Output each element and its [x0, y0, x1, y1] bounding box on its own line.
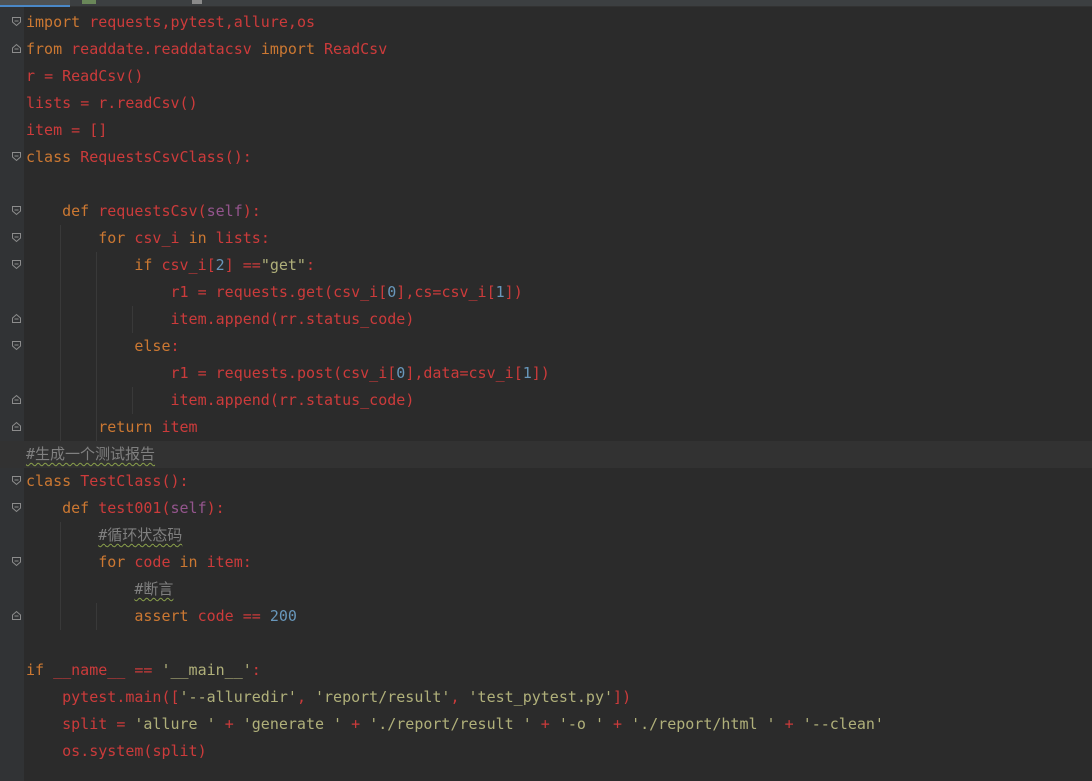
code-line[interactable]: [0, 630, 1092, 657]
code-line[interactable]: if csv_i[2] =="get":: [0, 252, 1092, 279]
code-text: #生成一个测试报告: [26, 445, 156, 463]
indent-guide: [96, 252, 97, 441]
code-line[interactable]: item = []: [0, 117, 1092, 144]
code-line[interactable]: if __name__ == '__main__':: [0, 657, 1092, 684]
code-text: r = ReadCsv(): [26, 67, 144, 85]
code-text: os.system(split): [62, 742, 207, 760]
code-text: from readdate.readdatacsv import ReadCsv: [26, 40, 388, 58]
fold-expand-icon[interactable]: [11, 475, 22, 486]
editor-tab-file[interactable]: [192, 0, 202, 4]
fold-collapse-icon[interactable]: [11, 394, 22, 405]
code-text: #断言: [134, 580, 174, 598]
code-line[interactable]: return item: [0, 414, 1092, 441]
code-text: if csv_i[2] =="get":: [134, 256, 315, 274]
editor-tab-active[interactable]: [0, 0, 70, 7]
code-line[interactable]: class RequestsCsvClass():: [0, 144, 1092, 171]
editor-tab-csv[interactable]: [82, 0, 96, 4]
code-text: item = []: [26, 121, 108, 139]
code-text: pytest.main(['--alluredir', 'report/resu…: [62, 688, 632, 706]
code-line[interactable]: item.append(rr.status_code): [0, 306, 1092, 333]
code-line[interactable]: def requestsCsv(self):: [0, 198, 1092, 225]
code-text: r1 = requests.get(csv_i[0],cs=csv_i[1]): [170, 283, 523, 301]
code-text: for csv_i in lists:: [98, 229, 270, 247]
code-line[interactable]: #循环状态码: [0, 522, 1092, 549]
indent-guide: [96, 603, 97, 630]
code-line[interactable]: for csv_i in lists:: [0, 225, 1092, 252]
code-text: import requests,pytest,allure,os: [26, 13, 315, 31]
fold-expand-icon[interactable]: [11, 340, 22, 351]
code-text: else:: [134, 337, 180, 355]
code-line[interactable]: item.append(rr.status_code): [0, 387, 1092, 414]
fold-expand-icon[interactable]: [11, 151, 22, 162]
fold-expand-icon[interactable]: [11, 16, 22, 27]
fold-collapse-icon[interactable]: [11, 313, 22, 324]
code-text: return item: [98, 418, 198, 436]
code-line[interactable]: assert code == 200: [0, 603, 1092, 630]
editor-tab-bar: [0, 0, 1092, 7]
code-text: if __name__ == '__main__':: [26, 661, 261, 679]
code-text: assert code == 200: [134, 607, 297, 625]
code-text: #循环状态码: [98, 526, 183, 544]
code-text: def test001(self):: [62, 499, 225, 517]
indent-guide: [60, 522, 61, 630]
code-text: class RequestsCsvClass():: [26, 148, 252, 166]
code-line[interactable]: [0, 171, 1092, 198]
fold-expand-icon[interactable]: [11, 205, 22, 216]
fold-collapse-icon[interactable]: [11, 43, 22, 54]
code-line[interactable]: pytest.main(['--alluredir', 'report/resu…: [0, 684, 1092, 711]
fold-collapse-icon[interactable]: [11, 421, 22, 432]
code-text: split = 'allure ' + 'generate ' + './rep…: [62, 715, 884, 733]
fold-expand-icon[interactable]: [11, 556, 22, 567]
code-text: lists = r.readCsv(): [26, 94, 198, 112]
indent-guide: [132, 387, 133, 414]
fold-expand-icon[interactable]: [11, 232, 22, 243]
code-line[interactable]: os.system(split): [0, 738, 1092, 765]
code-line[interactable]: #断言: [0, 576, 1092, 603]
code-line[interactable]: def test001(self):: [0, 495, 1092, 522]
code-text: item.append(rr.status_code): [170, 391, 415, 409]
code-line[interactable]: import requests,pytest,allure,os: [0, 9, 1092, 36]
code-line[interactable]: r1 = requests.get(csv_i[0],cs=csv_i[1]): [0, 279, 1092, 306]
fold-expand-icon[interactable]: [11, 502, 22, 513]
code-line[interactable]: #生成一个测试报告: [0, 441, 1092, 468]
code-line[interactable]: r1 = requests.post(csv_i[0],data=csv_i[1…: [0, 360, 1092, 387]
code-line[interactable]: for code in item:: [0, 549, 1092, 576]
code-line[interactable]: lists = r.readCsv(): [0, 90, 1092, 117]
code-text: r1 = requests.post(csv_i[0],data=csv_i[1…: [170, 364, 550, 382]
code-line[interactable]: class TestClass():: [0, 468, 1092, 495]
code-text: item.append(rr.status_code): [170, 310, 415, 328]
code-text: def requestsCsv(self):: [62, 202, 261, 220]
code-line[interactable]: r = ReadCsv(): [0, 63, 1092, 90]
indent-guide: [60, 225, 61, 441]
code-line[interactable]: else:: [0, 333, 1092, 360]
fold-expand-icon[interactable]: [11, 259, 22, 270]
code-line[interactable]: from readdate.readdatacsv import ReadCsv: [0, 36, 1092, 63]
indent-guide: [132, 306, 133, 333]
fold-collapse-icon[interactable]: [11, 610, 22, 621]
code-line[interactable]: split = 'allure ' + 'generate ' + './rep…: [0, 711, 1092, 738]
code-text: class TestClass():: [26, 472, 189, 490]
